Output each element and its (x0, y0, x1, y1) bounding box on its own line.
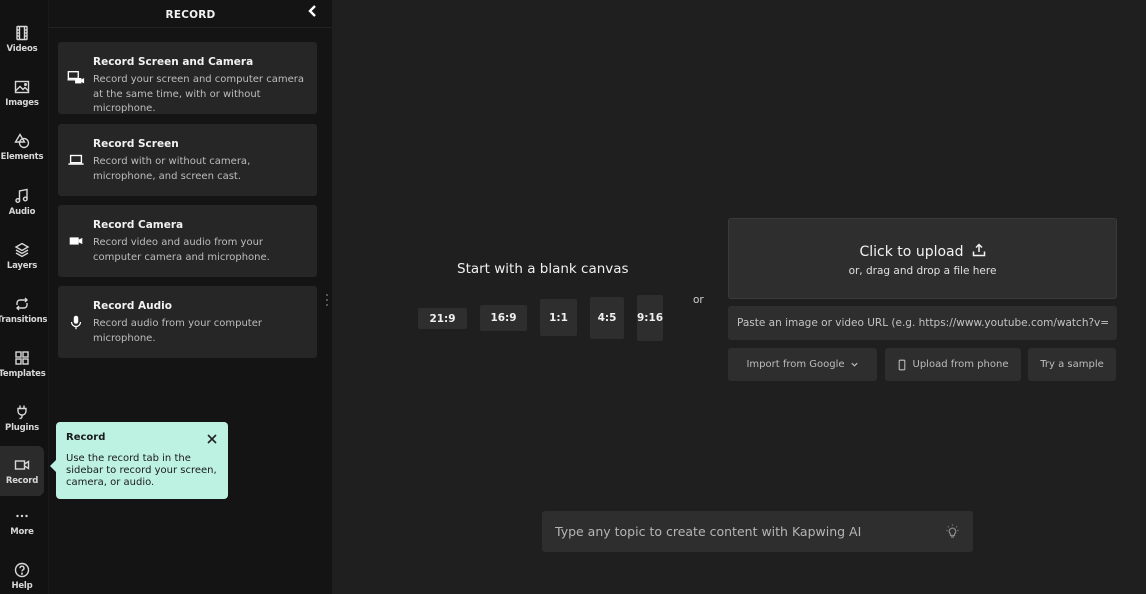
option-description: Record audio from your computer micropho… (93, 318, 262, 344)
tooltip-body: Use the record tab in the sidebar to rec… (66, 453, 217, 488)
try-sample-button[interactable]: Try a sample (1028, 348, 1116, 381)
option-title: Record Screen and Camera (93, 56, 254, 68)
record-audio-option[interactable]: Record Audio Record audio from your comp… (58, 286, 317, 358)
microphone-icon (66, 312, 86, 332)
sidebar-item-label: Plugins (5, 422, 39, 433)
option-description: Record video and audio from your compute… (93, 237, 270, 263)
sidebar-item-audio[interactable]: Audio (0, 177, 44, 227)
sidebar-item-label: Audio (8, 206, 36, 217)
sidebar-item-help[interactable]: Help (0, 551, 44, 594)
sidebar-item-label: Videos (6, 43, 38, 54)
sidebar-item-label: More (10, 526, 34, 537)
music-note-icon (15, 188, 28, 203)
sidebar-item-transitions[interactable]: Transitions (0, 285, 48, 335)
video-camera-icon (14, 459, 30, 470)
ellipsis-icon (16, 514, 28, 517)
option-title: Record Camera (93, 219, 184, 231)
sidebar-item-label: Templates (0, 368, 46, 379)
sidebar-item-elements[interactable]: Elements (0, 122, 44, 172)
upload-subtitle: or, drag and drop a file here (848, 265, 997, 277)
help-circle-icon (14, 562, 30, 577)
image-icon (14, 80, 30, 93)
record-camera-option[interactable]: Record Camera Record video and audio fro… (58, 205, 317, 277)
option-title: Record Audio (93, 300, 172, 312)
panel-header: RECORD (49, 0, 332, 28)
import-google-label: Import from Google (746, 359, 845, 370)
shapes-icon (14, 132, 30, 148)
sidebar-item-videos[interactable]: Videos (0, 14, 44, 64)
laptop-icon (66, 150, 86, 170)
upload-icon (972, 243, 985, 257)
blank-canvas-title: Start with a blank canvas (457, 261, 629, 277)
phone-icon (898, 359, 905, 370)
layers-icon (14, 242, 30, 257)
panel-title: RECORD (165, 9, 216, 21)
close-icon (207, 434, 217, 444)
media-url-input[interactable] (728, 306, 1117, 340)
or-separator: or (693, 294, 704, 306)
tooltip-close-button[interactable] (206, 430, 218, 444)
ratio-16-9-button[interactable]: 16:9 (480, 305, 527, 331)
screen-camera-icon (66, 68, 86, 88)
chevron-left-icon (308, 5, 316, 17)
option-description: Record your screen and computer camera a… (93, 74, 304, 114)
sidebar-item-record[interactable]: Record (0, 446, 44, 496)
film-icon (16, 25, 28, 40)
camera-icon (66, 231, 86, 251)
app: Videos Images Elements Audio Layers Tran… (0, 0, 1146, 594)
sidebar-rail: Videos Images Elements Audio Layers Tran… (0, 0, 49, 594)
sidebar-item-layers[interactable]: Layers (0, 231, 44, 281)
collapse-panel-button[interactable] (306, 3, 324, 21)
ratio-1-1-button[interactable]: 1:1 (540, 299, 577, 336)
grid-icon (15, 350, 29, 365)
ratio-9-16-button[interactable]: 9:16 (637, 295, 663, 341)
tooltip-title: Record (66, 432, 106, 443)
sidebar-item-label: Elements (0, 151, 44, 162)
plug-icon (17, 405, 27, 419)
record-screen-option[interactable]: Record Screen Record with or without cam… (58, 124, 317, 196)
ai-prompt-input[interactable] (542, 511, 932, 552)
sidebar-item-label: Help (11, 580, 33, 591)
upload-from-phone-button[interactable]: Upload from phone (885, 348, 1021, 381)
sidebar-item-label: Layers (6, 260, 38, 271)
lightbulb-icon (946, 524, 959, 538)
option-description: Record with or without camera, microphon… (93, 156, 251, 182)
main-area: Start with a blank canvas 21:9 16:9 1:1 … (332, 0, 1146, 594)
import-from-google-button[interactable]: Import from Google (728, 348, 877, 381)
ratio-21-9-button[interactable]: 21:9 (418, 308, 467, 329)
sidebar-item-images[interactable]: Images (0, 68, 44, 118)
upload-title: Click to upload (729, 243, 1116, 260)
panel-resize-handle[interactable] (326, 294, 329, 306)
sidebar-item-label: Images (5, 97, 39, 108)
sidebar-item-templates[interactable]: Templates (0, 339, 46, 389)
record-panel: RECORD Record Screen and Camera Record y… (49, 0, 332, 594)
ai-idea-button[interactable] (945, 524, 960, 539)
upload-phone-label: Upload from phone (912, 359, 1009, 370)
ratio-4-5-button[interactable]: 4:5 (590, 297, 624, 339)
sidebar-item-label: Record (5, 475, 39, 486)
record-tooltip: Record Use the record tab in the sidebar… (50, 422, 228, 499)
sidebar-item-plugins[interactable]: Plugins (0, 393, 44, 443)
sidebar-item-more[interactable]: More (0, 497, 44, 547)
ai-prompt-box (542, 511, 973, 552)
record-screen-and-camera-option[interactable]: Record Screen and Camera Record your scr… (58, 42, 317, 114)
sidebar-item-label: Transitions (0, 314, 48, 325)
loop-icon (16, 297, 28, 310)
chevron-down-icon (850, 362, 858, 367)
option-title: Record Screen (93, 138, 179, 150)
upload-dropzone[interactable]: Click to upload or, drag and drop a file… (728, 218, 1117, 299)
upload-title-text: Click to upload (859, 244, 964, 260)
